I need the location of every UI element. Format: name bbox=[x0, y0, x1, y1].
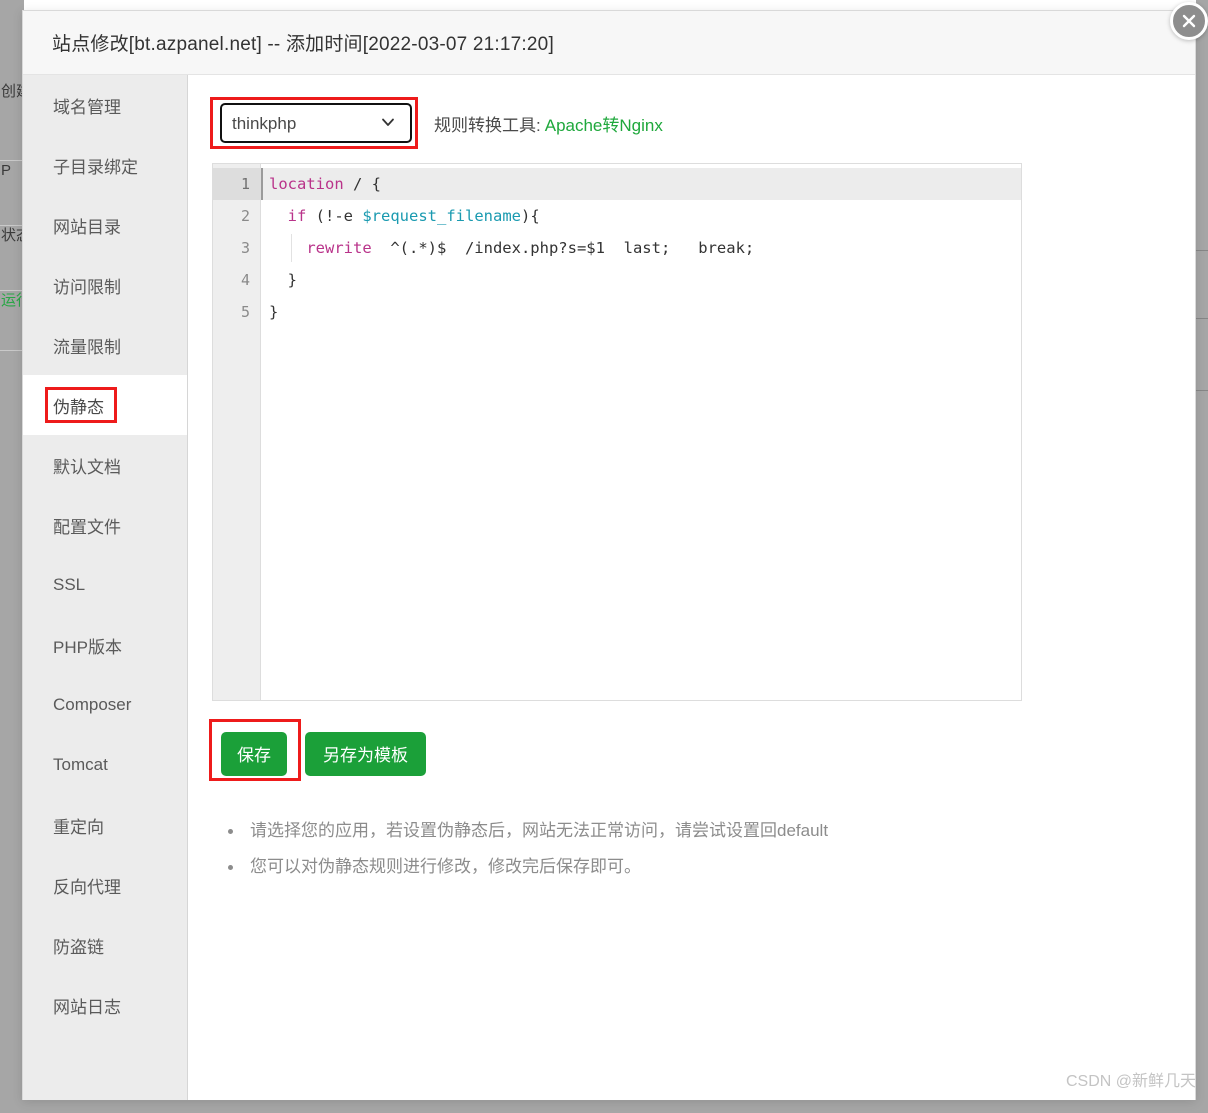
code-token: location bbox=[269, 175, 344, 193]
sidebar-item-access-restriction[interactable]: 访问限制 bbox=[23, 255, 187, 315]
sidebar-item-label: 访问限制 bbox=[53, 277, 121, 297]
pseudo-static-panel: thinkphpdefaultlaraveldiscuztypechowordp… bbox=[188, 75, 1195, 1100]
sidebar-item-label: 网站日志 bbox=[53, 997, 121, 1017]
line-number: 1 bbox=[213, 168, 260, 200]
sidebar-item-pseudo-static[interactable]: 伪静态 bbox=[23, 375, 187, 435]
line-number: 4 bbox=[240, 271, 250, 289]
line-number: 5 bbox=[240, 303, 250, 321]
modal-body: 域名管理 子目录绑定 网站目录 访问限制 流量限制 伪静态 默认文档 配置文件 … bbox=[23, 75, 1195, 1100]
app-rule-select[interactable]: thinkphpdefaultlaraveldiscuztypechowordp… bbox=[220, 103, 412, 143]
editor-code-area[interactable]: location / { if (!-e $request_filename){… bbox=[261, 164, 1021, 700]
background-row-divider bbox=[0, 350, 24, 351]
sidebar-item-redirect[interactable]: 重定向 bbox=[23, 795, 187, 855]
editor-line-number-gutter: 1 2 3 4 5 bbox=[213, 164, 261, 700]
list-item: 您可以对伪静态规则进行修改，修改完后保存即可。 bbox=[220, 849, 1195, 885]
background-row-label: 状态 bbox=[0, 225, 24, 246]
line-number: 3 bbox=[240, 239, 250, 257]
code-token: $request_filename bbox=[362, 207, 521, 225]
sidebar-item-site-log[interactable]: 网站日志 bbox=[23, 975, 187, 1035]
page-root: 创建 P 状态 运行 站点修改[bt.azpanel.net] -- 添加时间[… bbox=[0, 0, 1208, 1113]
code-line: } bbox=[261, 296, 1021, 328]
sidebar-item-label: 域名管理 bbox=[53, 97, 121, 117]
background-row-label: P bbox=[0, 160, 24, 181]
sidebar-item-label: 配置文件 bbox=[53, 517, 121, 537]
sidebar-item-label: 防盗链 bbox=[53, 937, 104, 957]
close-icon[interactable] bbox=[1170, 2, 1208, 40]
sidebar-item-anti-leech[interactable]: 防盗链 bbox=[23, 915, 187, 975]
sidebar-item-reverse-proxy[interactable]: 反向代理 bbox=[23, 855, 187, 915]
sidebar-item-site-directory[interactable]: 网站目录 bbox=[23, 195, 187, 255]
modal-header: 站点修改[bt.azpanel.net] -- 添加时间[2022-03-07 … bbox=[23, 11, 1195, 75]
sidebar-item-config-file[interactable]: 配置文件 bbox=[23, 495, 187, 555]
sidebar-item-label: Composer bbox=[53, 695, 132, 714]
sidebar-item-composer[interactable]: Composer bbox=[23, 675, 187, 735]
sidebar-item-label: 反向代理 bbox=[53, 877, 121, 897]
code-line: if (!-e $request_filename){ bbox=[261, 200, 1021, 232]
sidebar-item-label: 网站目录 bbox=[53, 217, 121, 237]
sidebar-item-label: 子目录绑定 bbox=[53, 157, 138, 177]
code-token: ){ bbox=[520, 207, 540, 225]
background-right-column bbox=[1196, 0, 1208, 1113]
line-number: 2 bbox=[240, 207, 250, 225]
modal-sidebar: 域名管理 子目录绑定 网站目录 访问限制 流量限制 伪静态 默认文档 配置文件 … bbox=[23, 75, 188, 1100]
background-row-divider bbox=[1196, 318, 1208, 319]
sidebar-item-traffic-limit[interactable]: 流量限制 bbox=[23, 315, 187, 375]
page-title: 站点修改[bt.azpanel.net] -- 添加时间[2022-03-07 … bbox=[52, 34, 554, 55]
sidebar-item-php-version[interactable]: PHP版本 bbox=[23, 615, 187, 675]
sidebar-item-label: 默认文档 bbox=[53, 457, 121, 477]
sidebar-item-ssl[interactable]: SSL bbox=[23, 555, 187, 615]
code-token: if bbox=[287, 207, 307, 225]
code-token: / { bbox=[343, 175, 381, 193]
sidebar-item-label: PHP版本 bbox=[53, 637, 122, 657]
sidebar-item-tomcat[interactable]: Tomcat bbox=[23, 735, 187, 795]
action-button-row: 保存 另存为模板 bbox=[209, 719, 1195, 781]
code-line: location / { bbox=[261, 168, 1021, 200]
background-row-label: 运行 bbox=[0, 290, 24, 311]
background-row-divider bbox=[1196, 390, 1208, 391]
sidebar-item-subdirectory-binding[interactable]: 子目录绑定 bbox=[23, 135, 187, 195]
code-token: rewrite bbox=[306, 239, 372, 257]
code-token: } bbox=[269, 303, 279, 321]
rewrite-rule-code-editor[interactable]: 1 2 3 4 5 location / { if (!-e $request_… bbox=[212, 163, 1022, 701]
save-button[interactable]: 保存 bbox=[221, 731, 287, 776]
apache-to-nginx-link[interactable]: Apache转Nginx bbox=[545, 111, 663, 136]
code-token: } bbox=[269, 271, 297, 289]
save-as-template-button[interactable]: 另存为模板 bbox=[305, 731, 426, 776]
sidebar-item-label: Tomcat bbox=[53, 755, 108, 774]
toolbar-row: thinkphpdefaultlaraveldiscuztypechowordp… bbox=[210, 97, 1195, 149]
help-note-list: 请选择您的应用，若设置伪静态后，网站无法正常访问，请尝试设置回default 您… bbox=[212, 813, 1195, 885]
code-token: (!-e bbox=[306, 207, 363, 225]
site-edit-modal: 站点修改[bt.azpanel.net] -- 添加时间[2022-03-07 … bbox=[22, 10, 1196, 1100]
sidebar-item-label: 重定向 bbox=[53, 817, 104, 837]
sidebar-item-label: SSL bbox=[53, 575, 86, 594]
sidebar-item-domain-manage[interactable]: 域名管理 bbox=[23, 75, 187, 135]
list-item: 请选择您的应用，若设置伪静态后，网站无法正常访问，请尝试设置回default bbox=[220, 813, 1195, 849]
code-line: rewrite ^(.*)$ /index.php?s=$1 last; bre… bbox=[261, 232, 1021, 264]
background-row-divider bbox=[1196, 250, 1208, 251]
csdn-watermark: CSDN @新鲜几天 bbox=[1065, 1073, 1196, 1090]
sidebar-item-label: 伪静态 bbox=[53, 397, 104, 417]
sidebar-item-label: 流量限制 bbox=[53, 337, 121, 357]
converter-tool-label: 规则转换工具: bbox=[434, 115, 541, 135]
background-bottom-strip bbox=[0, 1100, 1208, 1113]
sidebar-item-default-document[interactable]: 默认文档 bbox=[23, 435, 187, 495]
code-line: } bbox=[261, 264, 1021, 296]
code-token: ^(.*)$ /index.php?s=$1 last; break; bbox=[371, 239, 755, 257]
background-left-rows: 创建 P 状态 运行 bbox=[0, 0, 24, 1113]
background-row-label: 创建 bbox=[1, 83, 24, 100]
